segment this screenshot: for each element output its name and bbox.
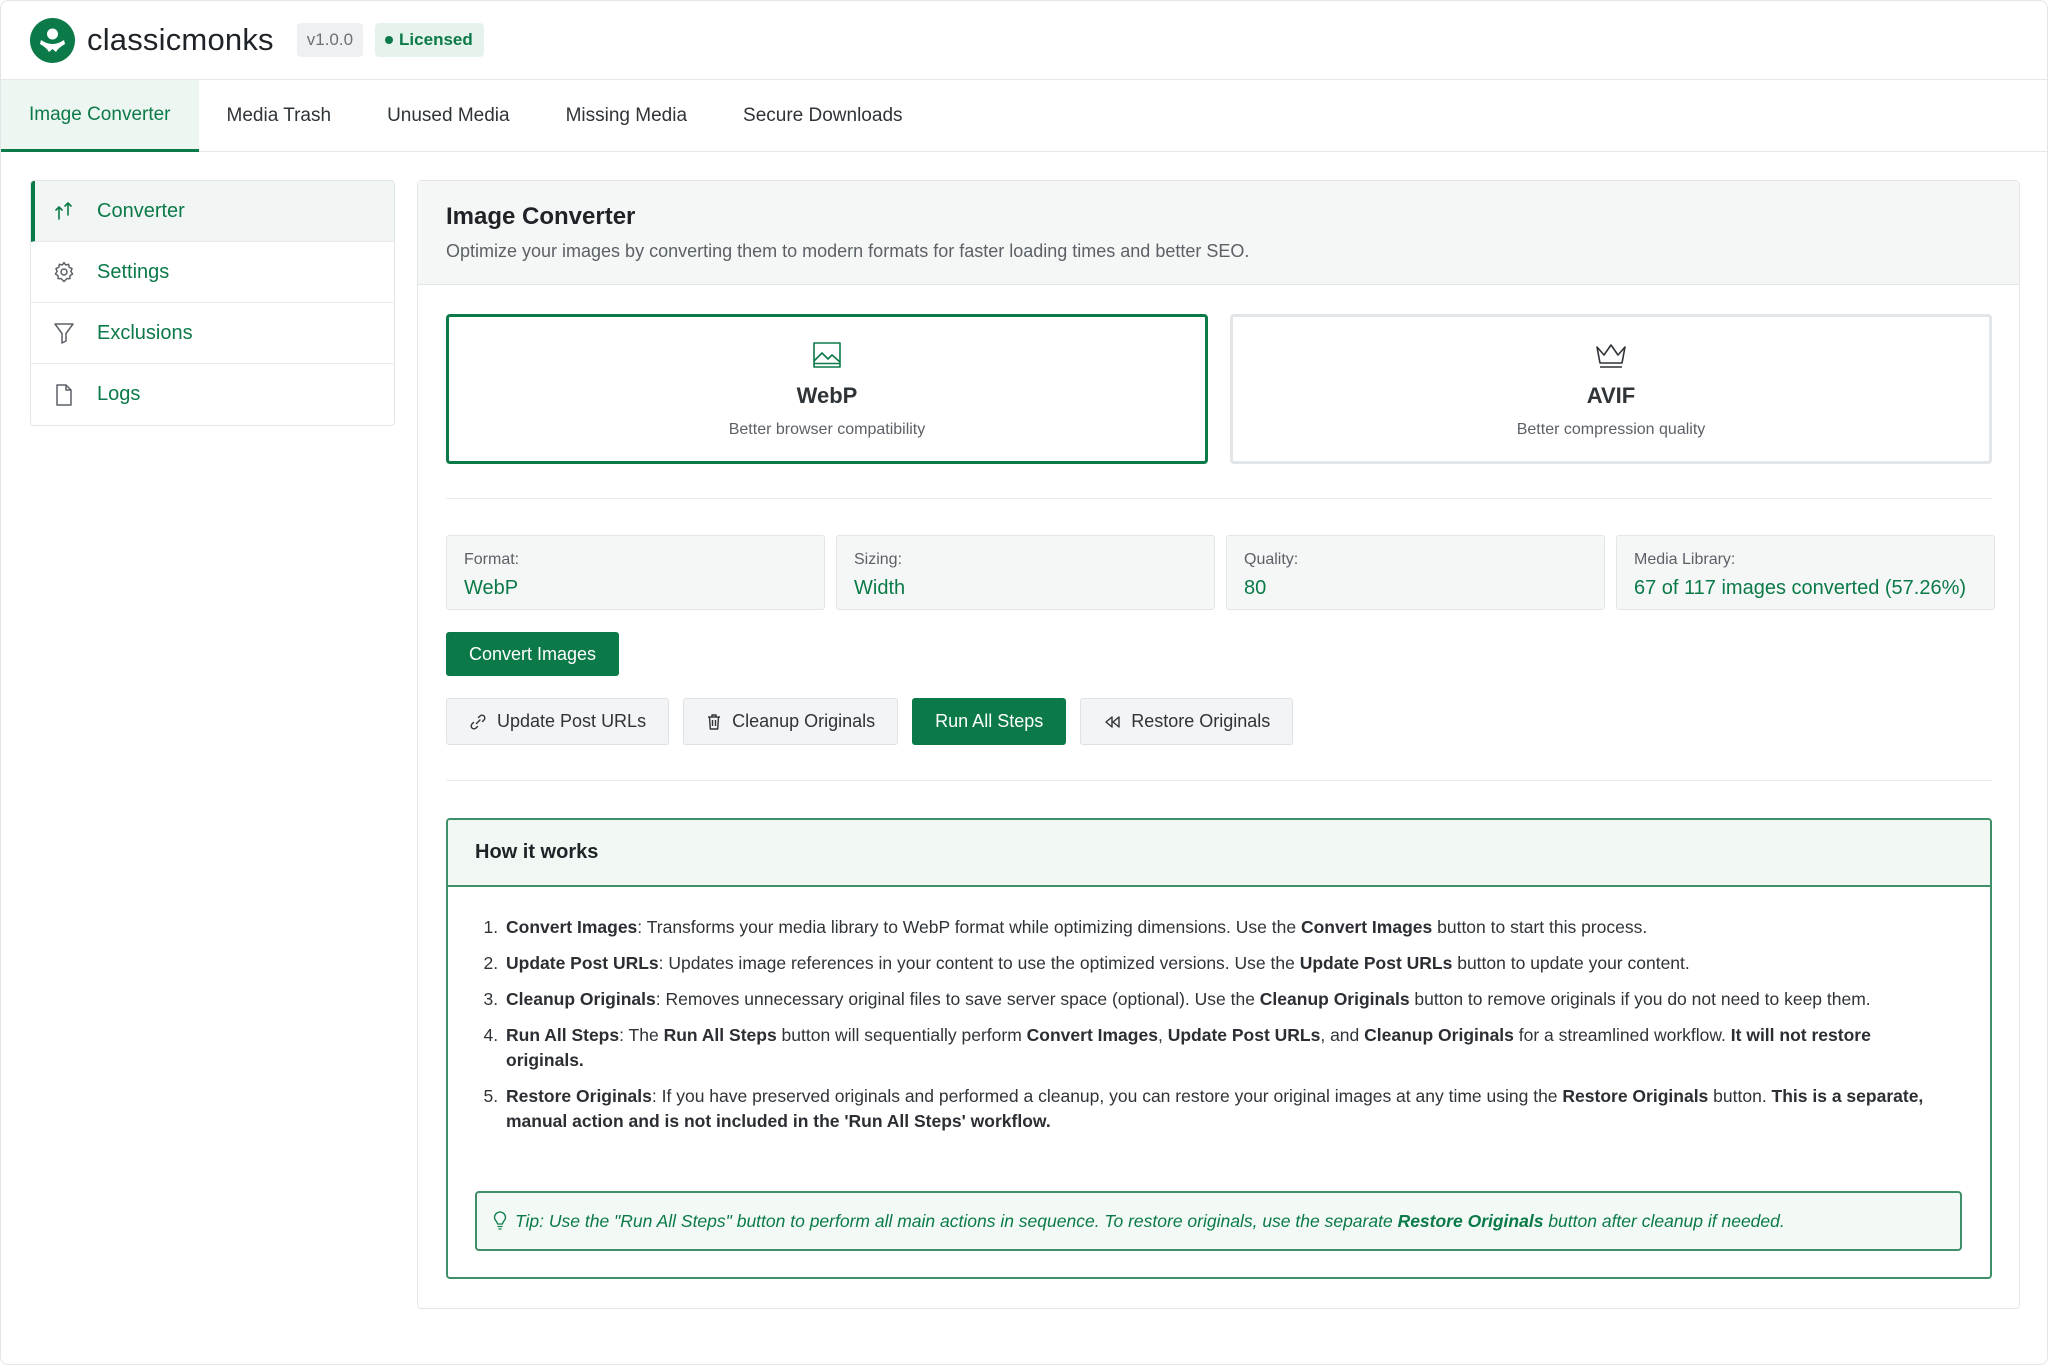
stat-value: 67 of 117 images converted (57.26%) bbox=[1634, 577, 1967, 599]
sidebar-item-exclusions[interactable]: Exclusions bbox=[31, 303, 394, 364]
license-badge-label: Licensed bbox=[399, 30, 473, 49]
action-buttons: Update Post URLs Cleanup Originals Run A… bbox=[446, 698, 1294, 745]
button-label: Restore Originals bbox=[1131, 711, 1271, 731]
converter-panel: Image Converter Optimize your images by … bbox=[417, 180, 2020, 1309]
sidebar-item-label: Logs bbox=[97, 383, 141, 405]
stat-quality: Quality: 80 bbox=[1226, 535, 1605, 610]
tip-callout: Tip: Use the "Run All Steps" button to p… bbox=[475, 1191, 1962, 1251]
file-icon bbox=[51, 382, 77, 408]
gear-icon bbox=[51, 259, 77, 285]
list-item: Cleanup Originals: Removes unnecessary o… bbox=[503, 987, 1930, 1012]
app-window: classicmonks v1.0.0 Licensed Image Conve… bbox=[0, 0, 2048, 1365]
panel-header: Image Converter Optimize your images by … bbox=[418, 181, 2019, 285]
how-it-works-steps: Convert Images: Transforms your media li… bbox=[503, 915, 1930, 1134]
convert-images-button[interactable]: Convert Images bbox=[446, 632, 620, 676]
tab-secure-downloads[interactable]: Secure Downloads bbox=[715, 80, 930, 152]
divider bbox=[446, 498, 1992, 499]
tab-image-converter[interactable]: Image Converter bbox=[1, 80, 199, 152]
button-label: Run All Steps bbox=[935, 711, 1044, 731]
format-name: AVIF bbox=[1586, 383, 1636, 408]
stat-media-library: Media Library: 67 of 117 images converte… bbox=[1616, 535, 1995, 610]
brand-name: classicmonks bbox=[87, 22, 274, 57]
lightbulb-icon bbox=[493, 1211, 507, 1231]
run-all-steps-button[interactable]: Run All Steps bbox=[912, 698, 1067, 745]
stat-label: Format: bbox=[464, 551, 520, 568]
status-dot-icon bbox=[385, 36, 394, 44]
format-description: Better browser compatibility bbox=[728, 421, 926, 438]
stat-value: WebP bbox=[464, 577, 519, 599]
divider bbox=[446, 780, 1992, 781]
update-post-urls-button[interactable]: Update Post URLs bbox=[446, 698, 670, 745]
how-it-works-title: How it works bbox=[448, 820, 1990, 887]
crown-icon bbox=[1594, 339, 1628, 373]
rewind-icon bbox=[1103, 714, 1121, 730]
stat-value: 80 bbox=[1244, 577, 1267, 599]
main-tabs: Image Converter Media Trash Unused Media… bbox=[1, 80, 2047, 152]
stat-format: Format: WebP bbox=[446, 535, 825, 610]
image-icon bbox=[811, 339, 843, 373]
list-item: Update Post URLs: Updates image referenc… bbox=[503, 951, 1930, 976]
format-description: Better compression quality bbox=[1516, 421, 1706, 438]
stat-label: Sizing: bbox=[854, 551, 903, 568]
list-item: Restore Originals: If you have preserved… bbox=[503, 1084, 1930, 1134]
button-label: Cleanup Originals bbox=[732, 711, 876, 731]
stat-sizing: Sizing: Width bbox=[836, 535, 1215, 610]
sidebar-item-label: Exclusions bbox=[97, 321, 193, 344]
page-title: Image Converter bbox=[446, 203, 636, 230]
stat-label: Quality: bbox=[1244, 551, 1299, 568]
how-it-works-box: How it works Convert Images: Transforms … bbox=[446, 818, 1992, 1279]
version-badge: v1.0.0 bbox=[296, 23, 364, 57]
format-card-webp[interactable]: WebP Better browser compatibility bbox=[446, 314, 1208, 464]
sidebar-item-converter[interactable]: Converter bbox=[31, 181, 394, 242]
sidebar-item-label: Converter bbox=[97, 199, 185, 222]
format-card-avif[interactable]: AVIF Better compression quality bbox=[1230, 314, 1992, 464]
tab-missing-media[interactable]: Missing Media bbox=[538, 80, 715, 152]
sidebar-item-settings[interactable]: Settings bbox=[31, 242, 394, 303]
tip-text: Tip: Use the "Run All Steps" button to p… bbox=[515, 1210, 1785, 1231]
trash-icon bbox=[706, 713, 722, 731]
restore-originals-button[interactable]: Restore Originals bbox=[1080, 698, 1294, 745]
top-bar: classicmonks v1.0.0 Licensed bbox=[1, 1, 2047, 80]
sidebar-item-label: Settings bbox=[97, 260, 170, 283]
link-icon bbox=[469, 713, 487, 731]
stat-value: Width bbox=[854, 577, 906, 599]
list-item: Run All Steps: The Run All Steps button … bbox=[503, 1023, 1930, 1073]
monk-logo-icon bbox=[30, 17, 75, 63]
format-selector: WebP Better browser compatibility AVIF B… bbox=[446, 314, 1992, 464]
button-label: Update Post URLs bbox=[497, 711, 647, 731]
stat-label: Media Library: bbox=[1634, 551, 1736, 568]
convert-arrows-icon bbox=[51, 198, 77, 224]
tab-unused-media[interactable]: Unused Media bbox=[359, 80, 538, 152]
page-subtitle: Optimize your images by converting them … bbox=[446, 241, 1250, 261]
format-name: WebP bbox=[796, 383, 858, 408]
list-item: Convert Images: Transforms your media li… bbox=[503, 915, 1930, 940]
filter-icon bbox=[51, 320, 77, 346]
settings-summary: Format: WebP Sizing: Width Quality: 80 M… bbox=[446, 535, 1995, 610]
cleanup-originals-button[interactable]: Cleanup Originals bbox=[683, 698, 899, 745]
tab-media-trash[interactable]: Media Trash bbox=[199, 80, 360, 152]
license-badge: Licensed bbox=[375, 23, 484, 57]
sidebar-nav: Converter Settings Exclusions Logs bbox=[30, 180, 395, 426]
sidebar-item-logs[interactable]: Logs bbox=[31, 364, 394, 425]
